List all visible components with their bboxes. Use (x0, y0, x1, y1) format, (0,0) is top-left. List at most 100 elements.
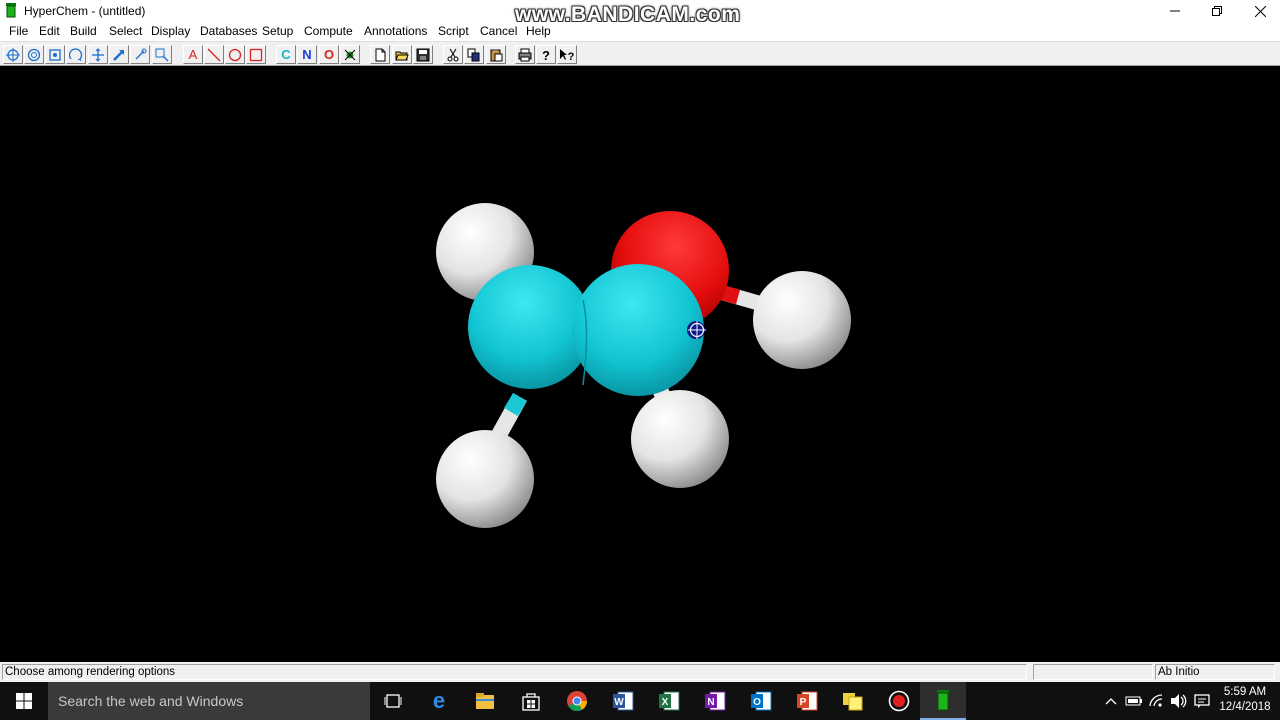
taskbar-bandicam[interactable] (876, 682, 922, 720)
menu-cancel[interactable]: Cancel (480, 24, 517, 38)
text-annotation-tool[interactable]: A (183, 45, 203, 64)
title-bar: HyperChem - (untitled) www.BANDICAM.com (0, 0, 1280, 26)
minimize-button[interactable] (1152, 0, 1198, 22)
cut-button[interactable] (443, 45, 463, 64)
start-button[interactable] (0, 682, 48, 720)
search-placeholder: Search the web and Windows (58, 693, 244, 709)
bond-c1-h3-cyan (504, 392, 527, 417)
open-file-button[interactable] (392, 45, 412, 64)
hyperchem-taskbar-icon (937, 690, 949, 711)
oxygen-button[interactable]: O (319, 45, 339, 64)
line-annotation-tool[interactable] (204, 45, 224, 64)
taskbar-word[interactable]: W (600, 682, 646, 720)
speaker-icon (1171, 694, 1187, 708)
network-tray-button[interactable] (1148, 692, 1166, 710)
menu-setup[interactable]: Setup (262, 24, 293, 38)
print-button[interactable] (515, 45, 535, 64)
battery-tray-button[interactable] (1125, 692, 1143, 710)
taskbar-powerpoint[interactable]: P (784, 682, 830, 720)
menu-databases[interactable]: Databases (200, 24, 257, 38)
move-tool[interactable] (88, 45, 108, 64)
molecule-build-icon (344, 49, 356, 60)
draw-tool[interactable] (130, 45, 150, 64)
taskbar-hyperchem[interactable] (920, 682, 966, 720)
menu-file[interactable]: File (9, 24, 28, 38)
atom-h4[interactable] (631, 390, 729, 488)
rotate-xy-tool[interactable] (3, 45, 23, 64)
atom-c2[interactable] (572, 264, 704, 396)
open-folder-icon (395, 51, 409, 60)
volume-tray-button[interactable] (1170, 692, 1188, 710)
status-bar: Choose among rendering options Ab Initio (0, 662, 1280, 682)
action-center-button[interactable] (1193, 692, 1211, 710)
taskbar-search-box[interactable]: Search the web and Windows (48, 682, 370, 720)
svg-text:P: P (800, 697, 807, 708)
svg-text:N: N (707, 697, 714, 708)
new-file-icon (375, 48, 386, 61)
calculation-method: Ab Initio (1158, 666, 1200, 678)
magnify-box-icon (155, 48, 169, 61)
help-button[interactable]: ? (536, 45, 556, 64)
menu-script[interactable]: Script (438, 24, 469, 38)
move-icon (92, 47, 104, 62)
rectangle-icon (249, 48, 263, 61)
question-help-icon: ? (542, 48, 550, 62)
menu-compute[interactable]: Compute (304, 24, 353, 38)
taskbar-excel[interactable]: X (646, 682, 692, 720)
task-view-button[interactable] (370, 682, 416, 720)
menu-annotations[interactable]: Annotations (364, 24, 427, 38)
close-button[interactable] (1237, 0, 1280, 22)
translate-tool[interactable] (45, 45, 65, 64)
menu-edit[interactable]: Edit (39, 24, 60, 38)
magnify-tool[interactable] (152, 45, 172, 64)
ellipse-annotation-tool[interactable] (225, 45, 245, 64)
hyperchem-app-icon (6, 3, 16, 18)
zoom-tool[interactable] (66, 45, 86, 64)
new-file-button[interactable] (370, 45, 390, 64)
status-message: Choose among rendering options (5, 666, 176, 678)
taskbar-chrome[interactable] (554, 682, 600, 720)
save-file-button[interactable] (413, 45, 433, 64)
atom-h3[interactable] (436, 430, 534, 528)
menu-display[interactable]: Display (151, 24, 190, 38)
copy-button[interactable] (464, 45, 484, 64)
taskbar-outlook[interactable]: O (738, 682, 784, 720)
paste-button[interactable] (486, 45, 506, 64)
taskbar-onenote[interactable]: N (692, 682, 738, 720)
model-build-button[interactable] (340, 45, 360, 64)
workspace-canvas[interactable] (0, 67, 1280, 662)
zoom-icon (69, 47, 83, 61)
onenote-icon: N (705, 691, 726, 711)
taskbar-file-explorer[interactable] (462, 682, 508, 720)
translate-icon (49, 48, 61, 61)
atom-h2[interactable] (753, 271, 851, 369)
molecule-view[interactable] (0, 67, 1280, 662)
record-icon (888, 690, 910, 712)
context-help-button[interactable]: ? (557, 45, 577, 64)
svg-text:?: ? (542, 48, 550, 62)
taskbar-edge[interactable]: e (416, 682, 462, 720)
menu-help[interactable]: Help (526, 24, 551, 38)
svg-text:O: O (753, 697, 761, 708)
carbon-button[interactable]: C (276, 45, 296, 64)
restore-button[interactable] (1194, 0, 1240, 22)
status-method-pane: Ab Initio (1155, 664, 1275, 680)
line-icon (207, 48, 221, 61)
rectangle-annotation-tool[interactable] (246, 45, 266, 64)
menu-build[interactable]: Build (70, 24, 97, 38)
window-title: HyperChem - (untitled) (24, 4, 146, 18)
windows-logo-icon (16, 693, 32, 709)
svg-text:?: ? (568, 51, 575, 62)
taskbar-store[interactable] (508, 682, 554, 720)
arrow-select-icon (113, 49, 124, 61)
status-message-pane: Choose among rendering options (2, 664, 1027, 680)
windows-taskbar: Search the web and Windows e W X N O P 5… (0, 682, 1280, 720)
taskbar-sticky-notes[interactable] (830, 682, 876, 720)
system-clock[interactable]: 5:59 AM 12/4/2018 (1216, 685, 1274, 715)
rotate-z-tool[interactable] (24, 45, 44, 64)
select-tool[interactable] (109, 45, 129, 64)
rotate-z-icon (27, 48, 41, 61)
menu-select[interactable]: Select (109, 24, 142, 38)
show-hidden-icons-button[interactable] (1103, 692, 1119, 710)
nitrogen-button[interactable]: N (297, 45, 317, 64)
